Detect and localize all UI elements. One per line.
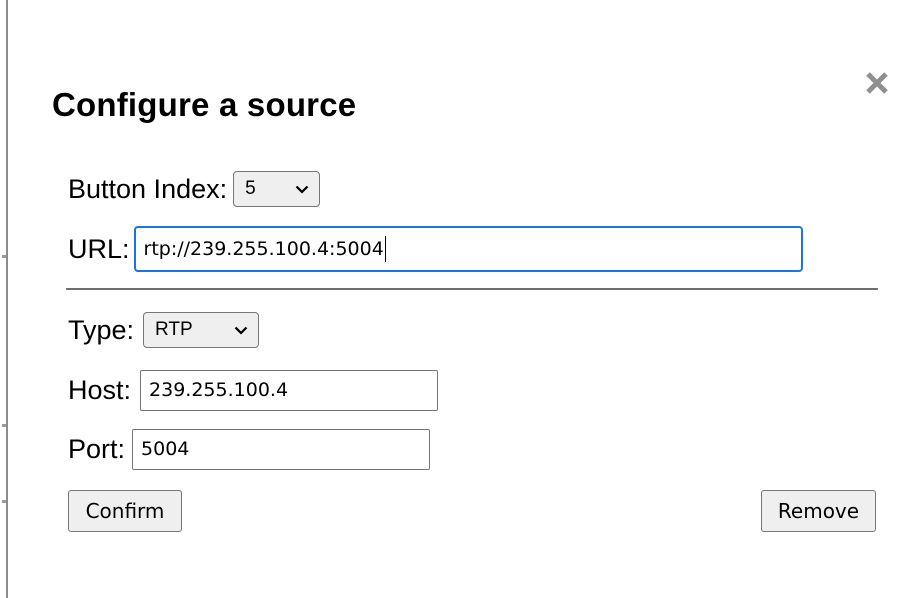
host-row: Host: 239.255.100.4 <box>68 368 439 412</box>
type-select[interactable]: RTP <box>143 312 260 348</box>
button-index-value: 5 <box>245 178 256 199</box>
host-input-value: 239.255.100.4 <box>149 379 289 401</box>
text-caret <box>384 236 386 262</box>
host-input[interactable]: 239.255.100.4 <box>140 369 439 411</box>
confirm-button[interactable]: Confirm <box>68 490 182 532</box>
remove-button[interactable]: Remove <box>761 490 876 532</box>
chevron-down-icon <box>234 326 248 335</box>
dialog: Configure a source Button Index: 5 URL: … <box>0 0 920 598</box>
button-index-row: Button Index: 5 <box>68 169 321 209</box>
close-button[interactable] <box>862 68 892 98</box>
type-row: Type: RTP <box>68 308 260 352</box>
edge-mark <box>2 500 6 503</box>
edge-mark <box>2 255 6 258</box>
edge-mark <box>2 424 6 427</box>
port-label: Port: <box>68 433 126 464</box>
port-input[interactable]: 5004 <box>132 428 431 470</box>
chevron-down-icon <box>295 185 309 194</box>
type-label: Type: <box>68 314 135 345</box>
url-label: URL: <box>68 233 130 264</box>
url-input[interactable]: rtp://239.255.100.4:5004 <box>133 226 803 272</box>
port-input-value: 5004 <box>141 438 190 460</box>
url-input-value: rtp://239.255.100.4:5004 <box>143 238 384 260</box>
button-index-select[interactable]: 5 <box>233 171 321 207</box>
button-index-label: Button Index: <box>68 173 228 204</box>
host-label: Host: <box>68 374 132 405</box>
port-row: Port: 5004 <box>68 427 431 471</box>
url-row: URL: rtp://239.255.100.4:5004 <box>68 225 803 273</box>
close-icon <box>866 72 888 94</box>
type-value: RTP <box>155 319 193 340</box>
dialog-title: Configure a source <box>52 86 357 123</box>
window-left-edge <box>0 0 8 598</box>
divider <box>66 288 878 290</box>
